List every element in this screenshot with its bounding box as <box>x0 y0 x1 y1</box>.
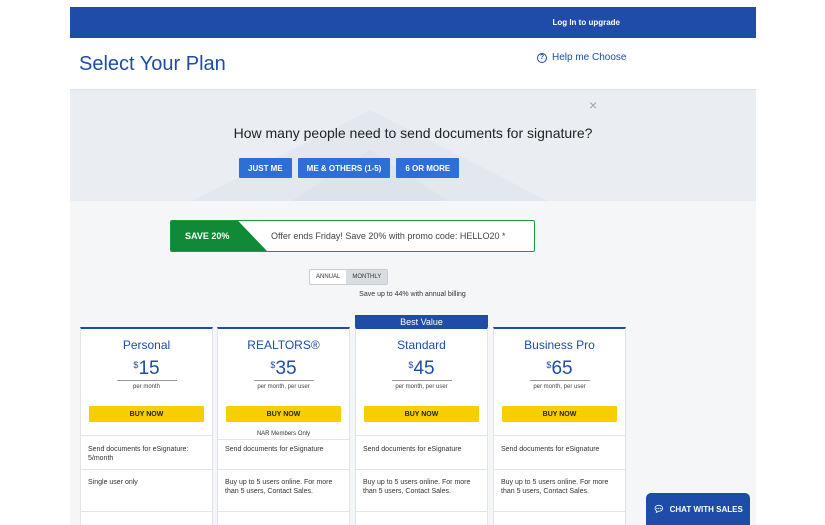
currency-symbol: $ <box>270 360 276 370</box>
price-amount: 45 <box>413 358 435 379</box>
feature-text: Send documents for eSignature: 5/month <box>88 446 189 462</box>
divider <box>81 511 212 512</box>
divider <box>356 469 487 470</box>
currency-symbol: $ <box>408 360 414 370</box>
feature-text: Send documents for eSignature <box>225 446 324 453</box>
divider <box>218 439 349 440</box>
just-me-button[interactable]: JUST ME <box>239 158 292 178</box>
price-divider <box>254 380 314 381</box>
price-divider <box>117 380 177 381</box>
buy-now-button[interactable]: BUY NOW <box>502 406 617 422</box>
plan-name: Business Pro <box>524 338 595 352</box>
divider <box>218 469 349 470</box>
feature-text: Buy up to 5 users online. For more than … <box>501 479 609 495</box>
billing-note: Save up to 44% with annual billing <box>359 291 466 298</box>
question-circle-icon: ? <box>537 52 547 63</box>
billing-toggle: ANNUAL MONTHLY <box>309 269 389 285</box>
divider <box>81 469 212 470</box>
feature-text: Send documents for eSignature <box>501 446 600 453</box>
price-period: per month, per user <box>257 384 310 390</box>
login-link[interactable]: Log In to upgrade <box>552 18 620 27</box>
divider <box>494 435 625 436</box>
promo-badge: SAVE 20% <box>171 221 267 251</box>
me-and-others-button[interactable]: ME & OTHERS (1-5) <box>297 158 391 178</box>
price-amount: 15 <box>138 358 160 379</box>
feature-text: Single user only <box>88 479 138 486</box>
price-divider <box>530 380 590 381</box>
divider <box>81 435 212 436</box>
monthly-option[interactable]: MONTHLY <box>346 270 388 284</box>
price-period: per month, per user <box>533 384 586 390</box>
divider <box>494 511 625 512</box>
plan-card-personal: Personal $15 per month BUY NOW Send docu… <box>80 327 213 525</box>
price-period: per month, per user <box>395 384 448 390</box>
divider <box>356 435 487 436</box>
top-bar: Log In to upgrade <box>70 7 756 38</box>
chat-bubble-icon: 💬︎ <box>653 503 665 514</box>
buy-now-button[interactable]: BUY NOW <box>364 406 479 422</box>
divider <box>494 469 625 470</box>
divider <box>356 511 487 512</box>
annual-option[interactable]: ANNUAL <box>310 270 346 284</box>
six-or-more-button[interactable]: 6 OR MORE <box>396 158 460 178</box>
feature-text: Buy up to 5 users online. For more than … <box>363 479 471 495</box>
plan-card-business-pro: Business Pro $65 per month, per user BUY… <box>493 327 626 525</box>
answer-buttons: JUST ME ME & OTHERS (1-5) 6 OR MORE <box>239 158 460 178</box>
page-title: Select Your Plan <box>79 53 226 75</box>
plan-price: $15 <box>81 358 212 380</box>
feature-text: Send documents for eSignature <box>363 446 462 453</box>
promo-banner: SAVE 20% Offer ends Friday! Save 20% wit… <box>170 220 535 252</box>
chat-with-sales-button[interactable]: 💬︎ CHAT WITH SALES <box>646 493 750 525</box>
currency-symbol: $ <box>546 360 552 370</box>
price-period: per month <box>132 384 160 390</box>
currency-symbol: $ <box>133 360 139 370</box>
divider <box>218 511 349 512</box>
plan-price: $65 <box>494 358 625 380</box>
plan-card-realtors: REALTORS® $35 per month, per user BUY NO… <box>217 327 350 525</box>
close-icon[interactable]: × <box>589 98 597 112</box>
plan-name: REALTORS® <box>247 338 320 352</box>
help-link-label: Help me Choose <box>552 52 627 63</box>
help-me-choose-link[interactable]: ? Help me Choose <box>537 52 626 63</box>
plan-card-standard: Standard $45 per month, per user BUY NOW… <box>355 327 488 525</box>
price-amount: 35 <box>275 358 297 379</box>
promo-text: Offer ends Friday! Save 20% with promo c… <box>271 231 506 241</box>
nar-members-note: NAR Members Only <box>256 431 311 437</box>
plan-price: $45 <box>356 358 487 380</box>
price-amount: 65 <box>551 358 573 379</box>
feature-text: Buy up to 5 users online. For more than … <box>225 479 333 495</box>
chat-label: CHAT WITH SALES <box>669 504 743 514</box>
question-panel: × How many people need to send documents… <box>70 89 756 201</box>
question-text: How many people need to send documents f… <box>233 125 593 141</box>
plan-name: Standard <box>397 338 446 352</box>
plan-price: $35 <box>218 358 349 380</box>
background-decoration <box>191 110 549 201</box>
plan-name: Personal <box>122 338 171 352</box>
buy-now-button[interactable]: BUY NOW <box>89 406 204 422</box>
buy-now-button[interactable]: BUY NOW <box>226 406 341 422</box>
price-divider <box>392 380 452 381</box>
